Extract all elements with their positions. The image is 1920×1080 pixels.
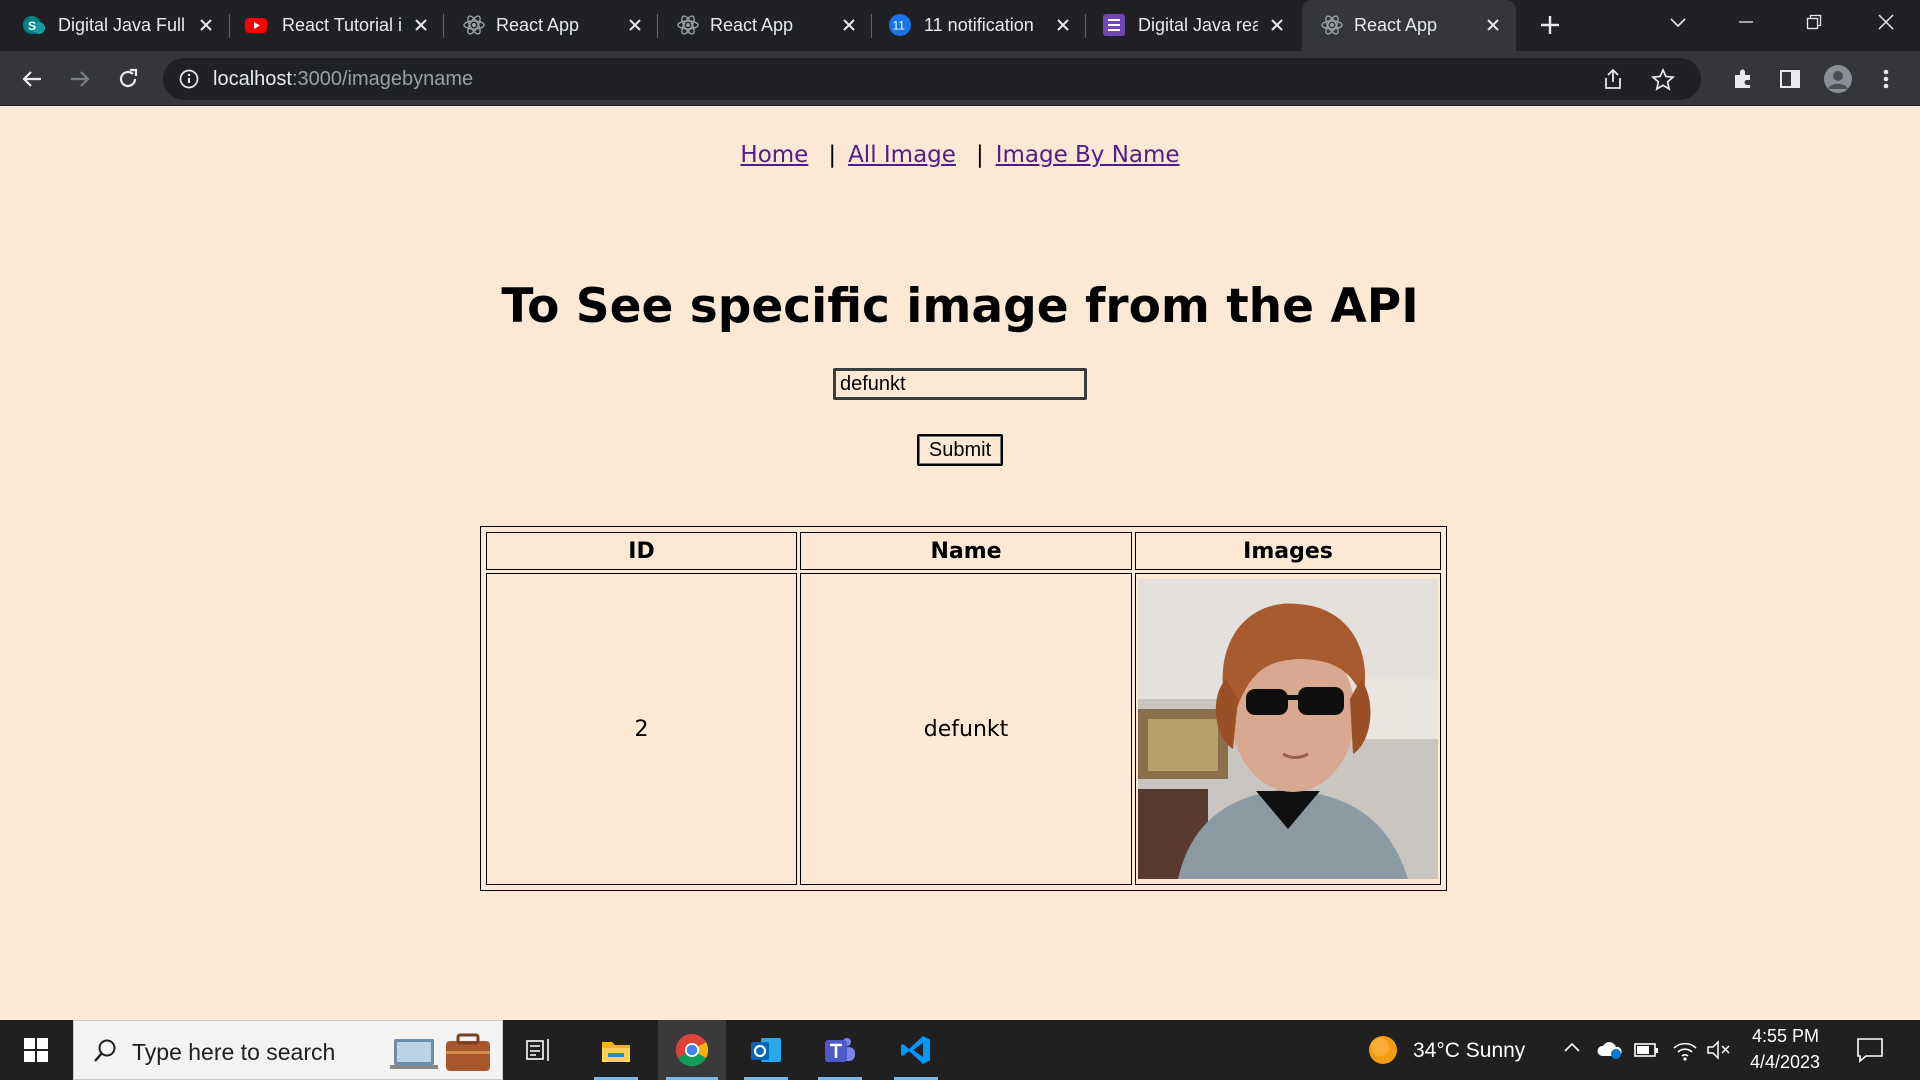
close-tab-icon[interactable] [1266,13,1288,37]
close-tab-icon[interactable] [1052,13,1074,37]
onedrive-icon[interactable] [1596,1038,1624,1065]
outlook-icon[interactable] [736,1020,796,1080]
nav-separator: | [975,142,984,168]
volume-muted-icon[interactable] [1706,1039,1732,1066]
browser-tab-strip: S Digital Java Full React Tutorial i Rea… [0,0,1920,51]
notification-badge-icon: 11 [888,13,912,37]
back-icon[interactable] [16,63,48,95]
close-tab-icon[interactable] [624,13,646,37]
table-header-row: ID Name Images [486,532,1441,570]
tab-title: React App [710,15,794,35]
wifi-icon[interactable] [1672,1038,1698,1067]
weather-sun-icon [1368,1035,1398,1070]
browser-toolbar: localhost:3000/imagebyname [0,51,1920,106]
page-content: Home | All Image | Image By Name To See spec… [0,106,1920,1020]
minimize-icon[interactable] [1724,0,1768,44]
extensions-icon[interactable] [1727,63,1759,95]
forward-icon[interactable] [64,63,96,95]
react-icon [462,13,486,37]
column-header-images: Images [1135,532,1441,570]
search-highlight-image [388,1027,498,1080]
tab-digital-java-rea[interactable]: Digital Java rea [1086,0,1300,51]
bookmark-star-icon[interactable] [1650,67,1676,93]
close-tab-icon[interactable] [838,13,860,37]
close-window-icon[interactable] [1864,0,1908,44]
restore-icon[interactable] [1792,0,1836,44]
tab-react-app-2[interactable]: React App [658,0,872,51]
tab-title: Digital Java Full [58,15,186,35]
nav-link-all-image[interactable]: All Image [848,142,956,168]
submit-button[interactable]: Submit [917,434,1003,466]
sharepoint-icon: S [22,13,46,37]
share-icon[interactable] [1600,67,1626,93]
tab-title: Digital Java rea [1138,15,1258,35]
notification-count: 11 [893,19,906,33]
weather-text[interactable]: 34°C Sunny [1413,1039,1525,1063]
table-row: 2 defunkt [486,573,1441,885]
cell-name: defunkt [800,573,1132,885]
vscode-icon[interactable] [886,1020,946,1080]
column-header-id: ID [486,532,797,570]
menu-kebab-icon[interactable] [1870,63,1902,95]
svg-text:S: S [28,19,36,33]
tab-title: React Tutorial i [282,15,402,35]
url-path: :3000/imagebyname [291,68,474,90]
teams-icon[interactable] [810,1020,870,1080]
chrome-taskbar-icon[interactable] [658,1020,726,1080]
close-tab-icon[interactable] [410,13,432,37]
tab-react-tutorial[interactable]: React Tutorial i [230,0,444,51]
notification-center-icon[interactable] [1856,1037,1884,1068]
taskbar-search-box[interactable]: Type here to search [73,1020,503,1080]
file-explorer-icon[interactable] [586,1020,646,1080]
cell-id: 2 [486,573,797,885]
windows-start-icon[interactable] [0,1020,72,1080]
tab-search-chevron-icon[interactable] [1656,0,1700,44]
address-bar[interactable]: localhost:3000/imagebyname [163,58,1701,100]
react-icon [676,13,700,37]
site-info-icon[interactable] [178,68,200,90]
column-header-name: Name [800,532,1132,570]
clock-date[interactable]: 4/4/2023 [1750,1052,1820,1073]
new-tab-icon[interactable] [1536,11,1564,39]
page-heading: To See specific image from the API [501,279,1419,334]
battery-icon[interactable] [1634,1040,1660,1065]
tab-title: 11 notification [924,15,1034,35]
react-icon [1320,13,1344,37]
tab-notifications[interactable]: 11 11 notification [872,0,1086,51]
youtube-icon [244,13,268,37]
url-host: localhost [213,68,292,90]
tab-react-app-active[interactable]: React App [1302,0,1516,51]
tab-title: React App [496,15,580,35]
tab-digital-java-full[interactable]: S Digital Java Full [0,0,230,51]
task-view-icon[interactable] [510,1020,570,1080]
side-panel-icon[interactable] [1774,63,1806,95]
forms-icon [1102,13,1126,37]
profile-photo [1138,579,1438,879]
profile-avatar[interactable] [1822,63,1854,95]
cell-image [1135,573,1441,885]
nav-separator: | [828,142,837,168]
close-tab-icon[interactable] [195,13,217,37]
results-table: ID Name Images 2 defunkt [480,526,1447,891]
search-icon [92,1038,118,1069]
name-search-input[interactable] [833,368,1087,400]
url-text: localhost:3000/imagebyname [213,68,473,90]
clock-time[interactable]: 4:55 PM [1752,1026,1819,1047]
windows-taskbar: Type here to search 34°C Sunny 4:55 PM 4… [0,1020,1920,1080]
tab-title: React App [1354,15,1438,35]
nav-link-home[interactable]: Home [740,142,808,168]
search-placeholder: Type here to search [132,1039,336,1065]
show-hidden-icons-chevron-icon[interactable] [1563,1040,1581,1059]
nav-link-image-by-name[interactable]: Image By Name [996,142,1180,168]
close-tab-icon[interactable] [1482,13,1504,37]
tab-react-app-1[interactable]: React App [444,0,658,51]
reload-icon[interactable] [112,63,144,95]
top-navigation: Home | All Image | Image By Name [0,142,1920,168]
